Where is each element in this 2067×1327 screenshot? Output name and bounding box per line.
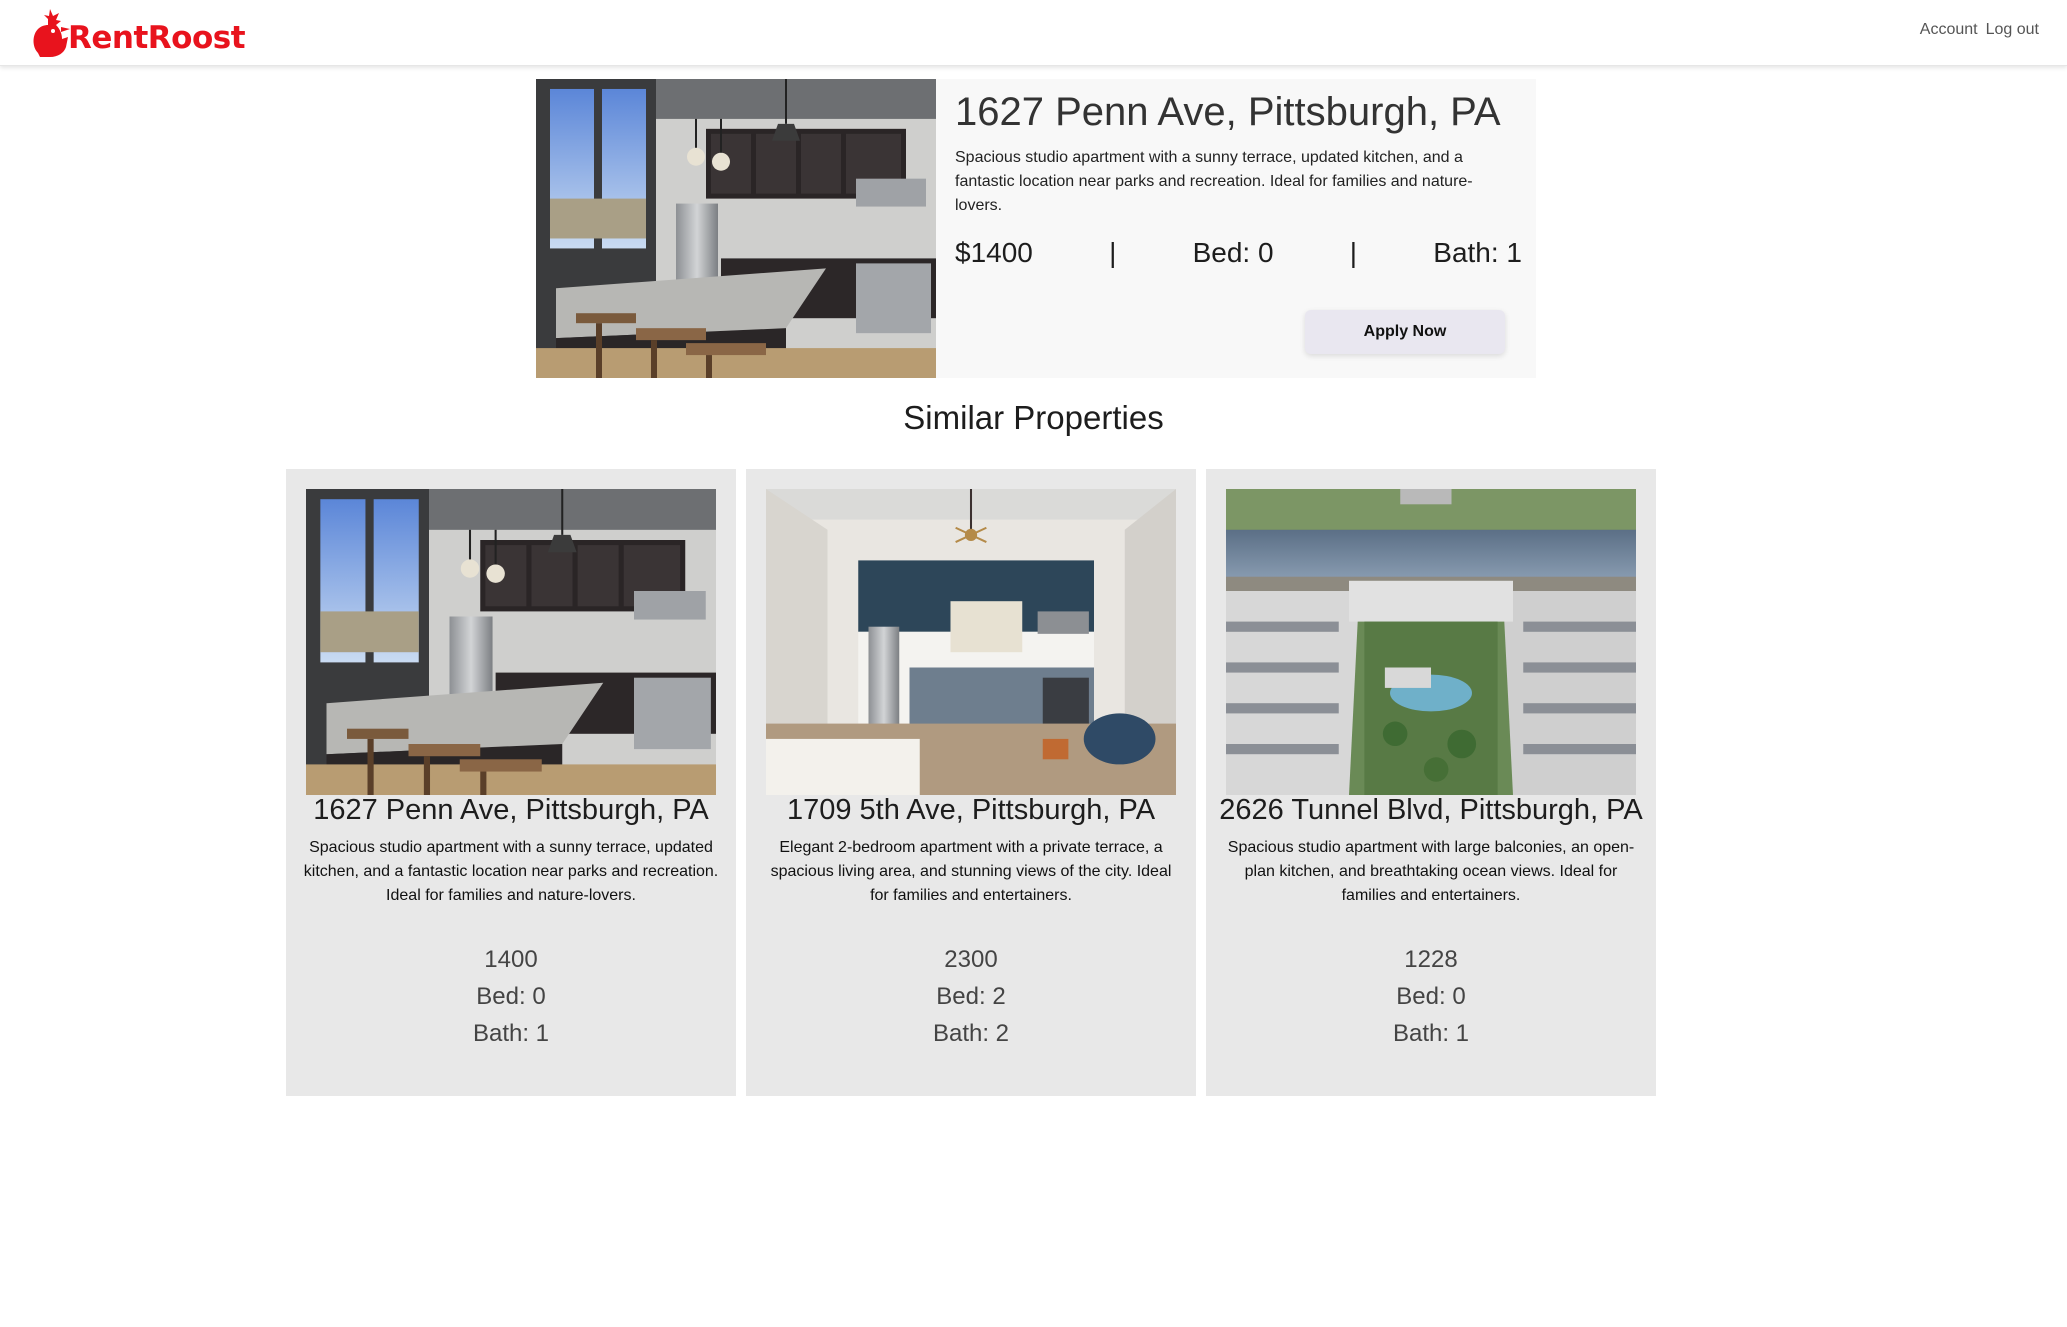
property-card[interactable]: 1709 5th Ave, Pittsburgh, PA Elegant 2-b… [746, 469, 1196, 1096]
listing-description: Spacious studio apartment with a sunny t… [955, 149, 1473, 214]
studio-interior-photo [766, 489, 1176, 795]
property-bed: Bed: 0 [1396, 983, 1466, 1010]
stats-separator: | [1109, 237, 1117, 268]
listing-price: $1400 [955, 237, 1033, 268]
apply-now-button[interactable]: Apply Now [1305, 310, 1505, 354]
property-bath: Bath: 2 [932, 1020, 1010, 1047]
building-aerial-photo [1226, 489, 1636, 795]
similar-properties-heading: Similar Properties [903, 399, 1164, 436]
account-link[interactable]: Account [1920, 20, 1978, 40]
stats-separator: | [1349, 237, 1358, 268]
property-description: Spacious studio apartment with a sunny t… [303, 839, 719, 904]
property-photo [1226, 489, 1636, 795]
listing-stats: $1400 | Bed: 0 | Bath: 1 [955, 233, 1522, 273]
property-card[interactable]: 2626 Tunnel Blvd, Pittsburgh, PA Spaciou… [1206, 469, 1656, 1096]
property-photo [766, 489, 1176, 795]
brand-logo[interactable]: RentRoost [28, 7, 246, 59]
top-navbar: RentRoost Account Log out [0, 0, 2067, 66]
property-price: 2300 [944, 946, 998, 973]
property-bed: Bed: 0 [476, 983, 546, 1010]
property-address[interactable]: 2626 Tunnel Blvd, Pittsburgh, PA [1196, 792, 1666, 828]
account-nav: Account Log out [1920, 20, 2039, 40]
logout-link[interactable]: Log out [1986, 20, 2039, 40]
property-bed: Bed: 2 [936, 983, 1006, 1010]
listing-bed: Bed: 0 [1192, 237, 1274, 268]
property-price: 1400 [484, 946, 538, 973]
property-card[interactable]: 1627 Penn Ave, Pittsburgh, PA Spacious s… [286, 469, 736, 1096]
property-bath: Bath: 1 [472, 1020, 550, 1047]
listing-address: 1627 Penn Ave, Pittsburgh, PA [955, 90, 1501, 134]
similar-properties-list: 1627 Penn Ave, Pittsburgh, PA Spacious s… [286, 469, 1656, 1096]
property-meta: 1400 Bed: 0 Bath: 1 [286, 941, 736, 1052]
property-bath: Bath: 1 [1392, 1020, 1470, 1047]
property-address[interactable]: 1709 5th Ave, Pittsburgh, PA [736, 792, 1206, 828]
featured-listing: 1627 Penn Ave, Pittsburgh, PA Spacious s… [536, 79, 1536, 378]
property-description: Elegant 2-bedroom apartment with a priva… [770, 839, 1172, 904]
kitchen-photo [536, 79, 936, 378]
brand-name: RentRoost [68, 20, 246, 56]
listing-photo [536, 79, 936, 378]
property-meta: 2300 Bed: 2 Bath: 2 [746, 941, 1196, 1052]
kitchen-photo [306, 489, 716, 795]
property-description: Spacious studio apartment with large bal… [1227, 839, 1635, 904]
property-price: 1228 [1404, 946, 1458, 973]
property-address[interactable]: 1627 Penn Ave, Pittsburgh, PA [276, 792, 746, 828]
listing-bath: Bath: 1 [1433, 237, 1522, 268]
property-photo [306, 489, 716, 795]
property-meta: 1228 Bed: 0 Bath: 1 [1206, 941, 1656, 1052]
rooster-icon [33, 9, 70, 57]
